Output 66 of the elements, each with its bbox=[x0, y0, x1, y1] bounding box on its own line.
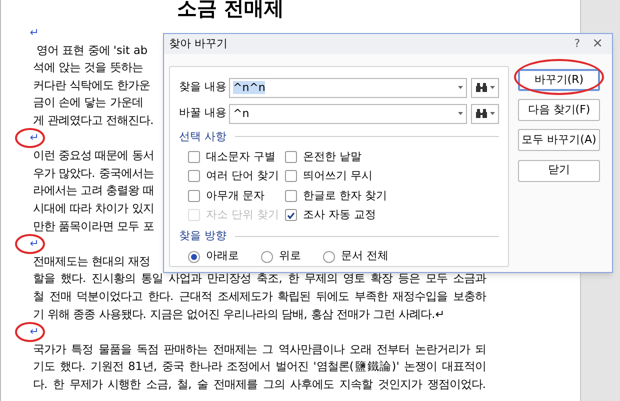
radio-button[interactable] bbox=[261, 250, 273, 262]
body-text-line: 우가 많았다. 중국에서는 bbox=[33, 166, 154, 182]
dropdown-caret-icon bbox=[490, 86, 495, 89]
body-text-line: 전매제도는 현대의 재정 bbox=[33, 254, 150, 270]
body-text-line: 기도 했다. 기원전 81년, 중국 한나라 조정에서 벌어진 '염철론(鹽鐵論)' 논쟁이 대표적이 bbox=[33, 359, 486, 376]
direction-radio[interactable]: 아래로 bbox=[188, 248, 239, 266]
radio-button[interactable] bbox=[188, 250, 200, 262]
option-checkbox[interactable]: 조사 자동 교정 bbox=[285, 206, 499, 224]
checkbox[interactable] bbox=[285, 190, 297, 202]
body-text-line: 이런 중요성 때문에 동서 bbox=[33, 148, 154, 164]
dropdown-caret-icon bbox=[490, 112, 495, 115]
option-checkbox[interactable]: 아무개 문자 bbox=[188, 187, 285, 204]
body-text-line: 다. 한 무제가 시행한 소금, 철, 술 전매제를 그의 사후에도 지속할 것인지가 쟁점이었다. bbox=[33, 376, 486, 393]
binoculars-icon bbox=[476, 82, 487, 93]
dialog-button[interactable]: 바꾸기(R) bbox=[518, 68, 600, 91]
body-text-line: 커다란 식탁에도 한가운 bbox=[33, 78, 150, 94]
checkbox[interactable] bbox=[188, 150, 200, 163]
circled-paragraph-mark: ↵ bbox=[15, 128, 45, 148]
checkbox[interactable] bbox=[285, 209, 297, 222]
option-checkbox[interactable]: 온전한 낱말 bbox=[285, 148, 499, 166]
dialog-title: 찾아 바꾸기 bbox=[169, 36, 228, 52]
document-title: 소금 전매제 bbox=[177, 0, 284, 18]
radio-button[interactable] bbox=[323, 250, 335, 262]
search-options-button[interactable] bbox=[471, 78, 499, 98]
field-value: ^n bbox=[233, 107, 250, 120]
checkbox[interactable] bbox=[285, 170, 297, 182]
checkmark-icon bbox=[287, 212, 295, 219]
option-checkbox[interactable]: 한글로 한자 찾기 bbox=[285, 187, 499, 204]
dropdown-caret-icon bbox=[458, 112, 464, 115]
close-button[interactable]: × bbox=[592, 34, 603, 54]
section-heading: 선택 사항 bbox=[179, 128, 226, 144]
dropdown-caret-icon bbox=[458, 86, 464, 89]
binoculars-icon bbox=[476, 108, 487, 119]
search-options-button[interactable] bbox=[471, 104, 499, 124]
body-text-line: 금이 손에 닿는 가운데 bbox=[33, 95, 143, 112]
dialog-button[interactable]: 모두 바꾸기(A) bbox=[518, 129, 600, 152]
search-input-field[interactable]: ^n^n bbox=[229, 78, 468, 98]
body-text-line: 석에 앉는 것을 뜻하는 bbox=[33, 60, 143, 76]
help-button[interactable]: ? bbox=[574, 36, 580, 52]
paragraph-mark: ↵ bbox=[28, 24, 40, 41]
body-text-line: 게 관례였다고 전해진다. bbox=[33, 112, 154, 129]
direction-radio[interactable]: 문서 전체 bbox=[323, 248, 388, 266]
option-checkbox[interactable]: 대소문자 구별 bbox=[188, 148, 285, 166]
search-input-field[interactable]: ^n bbox=[229, 104, 468, 124]
body-text-line: 할을 했다. 진시황의 통일 사업과 만리장성 축조, 한 무제의 영토 확장 등은 모두 소금과 bbox=[33, 271, 486, 288]
field-label: 찾을 내용 bbox=[179, 79, 225, 96]
body-text-line: 만한 품목이라면 모두 포 bbox=[33, 218, 154, 235]
body-text-line: 영어 표현 중에 'sit ab bbox=[36, 42, 148, 59]
checkbox[interactable] bbox=[188, 190, 200, 202]
dialog-button[interactable]: 다음 찾기(F) bbox=[518, 99, 600, 121]
section-heading: 찾을 방향 bbox=[179, 228, 226, 244]
field-value: ^n^n bbox=[233, 81, 266, 94]
option-checkbox[interactable]: 여러 단어 찾기 bbox=[188, 168, 285, 185]
option-checkbox[interactable]: 띄어쓰기 무시 bbox=[285, 168, 499, 185]
body-text-line: 기 위해 종종 사용됐다. 지금은 없어진 우리나라의 담배, 홍삼 전매가 그런 사례다.↵ bbox=[33, 306, 445, 322]
direction-radio[interactable]: 위로 bbox=[261, 248, 301, 266]
body-text-line: 철 전매 덕분이었다고 한다. 근대적 조세제도가 확립된 뒤에도 부족한 재정수입을 보충하 bbox=[33, 288, 486, 305]
body-text-line: 라에서는 고려 충렬왕 때 bbox=[33, 183, 154, 200]
dialog-button[interactable]: 닫기 bbox=[518, 160, 600, 182]
field-label: 바꿀 내용 bbox=[179, 105, 225, 122]
checkbox[interactable] bbox=[188, 170, 200, 182]
circled-paragraph-mark: ↵ bbox=[15, 322, 45, 342]
body-text-line: 국가가 특정 물품을 독점 판매하는 전매제는 그 역사만큼이나 오래 전부터 논란거리가 되 bbox=[33, 342, 486, 358]
circled-paragraph-mark: ↵ bbox=[15, 234, 45, 254]
checkbox[interactable] bbox=[285, 150, 297, 163]
body-text-line: 시대에 따라 차이가 있지 bbox=[33, 200, 154, 217]
